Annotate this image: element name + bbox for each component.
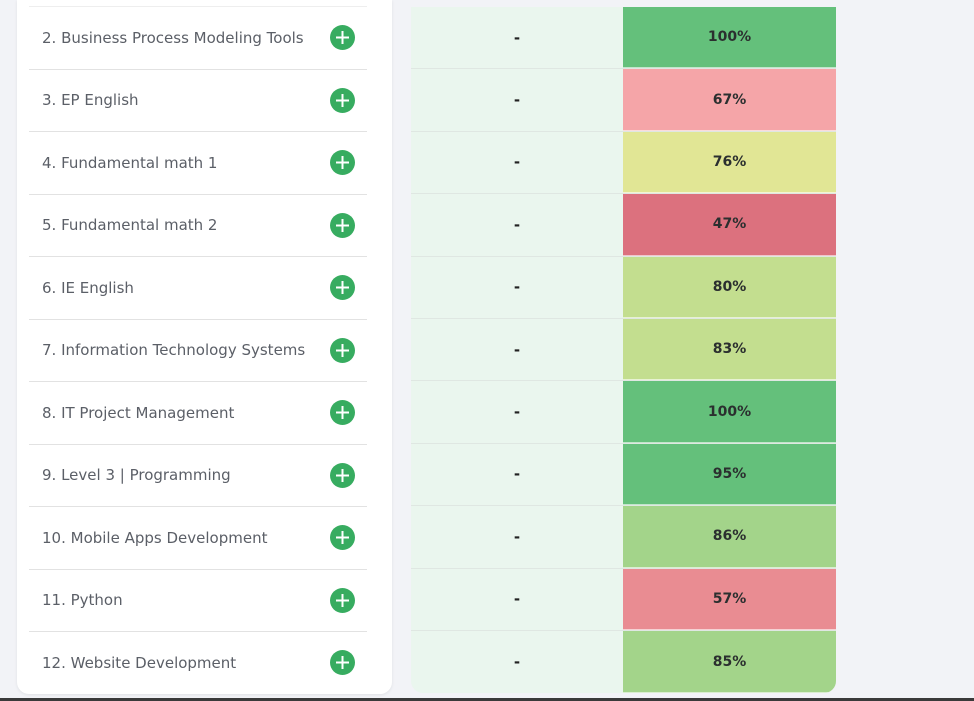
- plus-circle-icon[interactable]: [330, 150, 355, 176]
- course-row[interactable]: 2. Business Process Modeling Tools: [29, 6, 367, 69]
- course-row[interactable]: 3. EP English: [29, 68, 367, 132]
- course-name: 5. Fundamental math 2: [42, 216, 218, 235]
- progress-cell: -: [411, 256, 623, 318]
- grade-percentage-cell: 76%: [623, 131, 836, 194]
- progress-cell: -: [411, 69, 623, 131]
- course-row[interactable]: 9. Level 3 | Programming: [29, 443, 367, 507]
- course-name: 3. EP English: [42, 91, 139, 110]
- progress-cell: -: [411, 7, 623, 69]
- plus-circle-icon[interactable]: [330, 337, 355, 363]
- progress-cell: -: [411, 131, 623, 194]
- plus-circle-icon[interactable]: [330, 650, 355, 676]
- plus-circle-icon[interactable]: [330, 275, 355, 301]
- progress-cell: -: [411, 381, 623, 443]
- plus-circle-icon[interactable]: [330, 587, 355, 613]
- course-list: 2. Business Process Modeling Tools 3. EP…: [29, 6, 367, 694]
- plus-circle-icon[interactable]: [330, 525, 355, 551]
- course-row[interactable]: 8. IT Project Management: [29, 381, 367, 444]
- course-list-card: 2. Business Process Modeling Tools 3. EP…: [17, 0, 392, 694]
- grade-row: - 57%: [411, 568, 836, 631]
- grade-row: - 47%: [411, 194, 836, 257]
- grade-row: - 76%: [411, 131, 836, 195]
- grade-percentage-cell: 57%: [623, 568, 836, 630]
- grade-percentage-cell: 100%: [623, 381, 836, 443]
- course-row[interactable]: 11. Python: [29, 568, 367, 632]
- course-name: 7. Information Technology Systems: [42, 341, 306, 360]
- course-name: 10. Mobile Apps Development: [42, 528, 268, 547]
- course-name: 9. Level 3 | Programming: [42, 466, 231, 485]
- progress-cell: -: [411, 318, 623, 381]
- grade-percentage-cell: 95%: [623, 443, 836, 506]
- course-row[interactable]: 10. Mobile Apps Development: [29, 506, 367, 569]
- progress-cell: -: [411, 506, 623, 568]
- course-row[interactable]: 4. Fundamental math 1: [29, 131, 367, 194]
- grade-row: - 100%: [411, 381, 836, 444]
- grade-row: - 86%: [411, 506, 836, 569]
- plus-circle-icon[interactable]: [330, 400, 355, 426]
- grade-percentage-cell: 80%: [623, 256, 836, 318]
- grade-row: - 83%: [411, 318, 836, 382]
- grade-percentage-cell: 85%: [623, 630, 836, 693]
- grade-table: - 100% - 67% - 76% - 47% - 80% - 83% - 1…: [411, 7, 836, 693]
- grade-row: - 85%: [411, 630, 836, 693]
- plus-circle-icon[interactable]: [330, 462, 355, 488]
- plus-circle-icon[interactable]: [330, 25, 355, 51]
- course-row[interactable]: 12. Website Development: [29, 631, 367, 694]
- grade-row: - 67%: [411, 69, 836, 132]
- course-row[interactable]: 5. Fundamental math 2: [29, 193, 367, 257]
- grade-percentage-cell: 100%: [623, 7, 836, 69]
- grade-percentage-cell: 67%: [623, 69, 836, 131]
- grade-row: - 100%: [411, 7, 836, 70]
- course-name: 12. Website Development: [42, 653, 237, 672]
- progress-cell: -: [411, 194, 623, 256]
- course-name: 4. Fundamental math 1: [42, 153, 218, 172]
- course-name: 6. IE English: [42, 278, 134, 297]
- grade-row: - 95%: [411, 443, 836, 507]
- course-row[interactable]: 6. IE English: [29, 256, 367, 319]
- course-name: 2. Business Process Modeling Tools: [42, 28, 304, 47]
- grade-row: - 80%: [411, 256, 836, 319]
- grade-percentage-cell: 83%: [623, 318, 836, 381]
- course-name: 11. Python: [42, 591, 123, 610]
- plus-circle-icon[interactable]: [330, 87, 355, 113]
- course-name: 8. IT Project Management: [42, 403, 235, 422]
- progress-cell: -: [411, 568, 623, 630]
- course-row[interactable]: 7. Information Technology Systems: [29, 318, 367, 382]
- progress-cell: -: [411, 443, 623, 506]
- plus-circle-icon[interactable]: [330, 212, 355, 238]
- progress-cell: -: [411, 630, 623, 693]
- grade-percentage-cell: 47%: [623, 194, 836, 256]
- grade-percentage-cell: 86%: [623, 506, 836, 568]
